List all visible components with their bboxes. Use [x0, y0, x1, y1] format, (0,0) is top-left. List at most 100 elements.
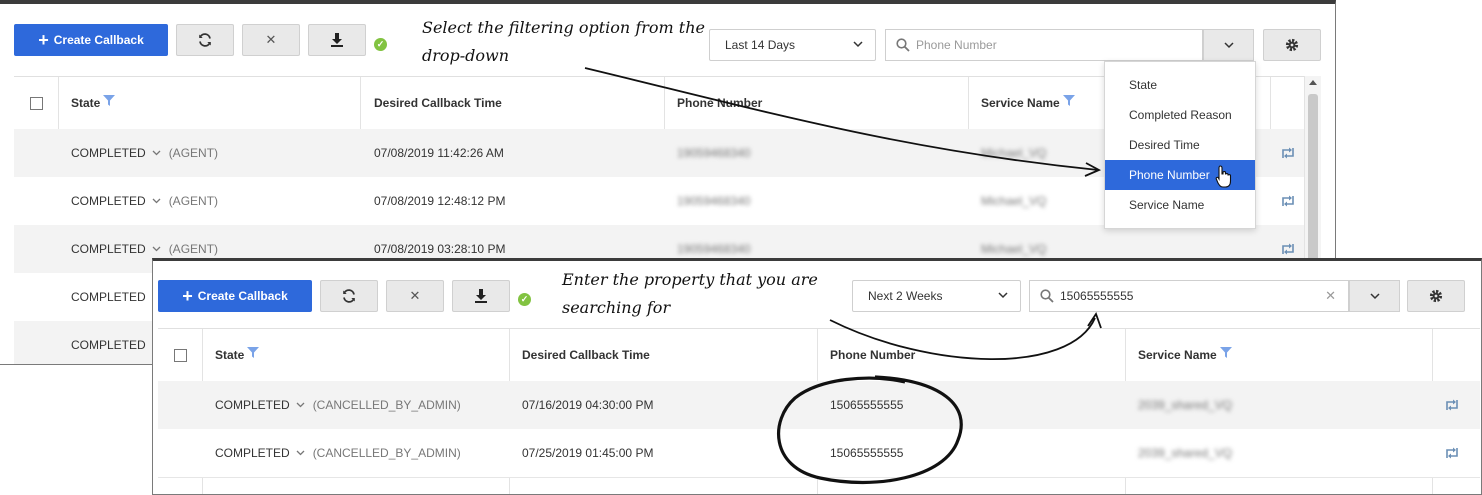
phone-number-cell: 19059468340	[677, 194, 751, 208]
chevron-down-icon[interactable]	[152, 150, 161, 156]
clear-button[interactable]: ✕	[242, 24, 300, 56]
date-range-value: Next 2 Weeks	[868, 289, 943, 303]
table-row[interactable]: COMPLETED (CANCELLED_BY_ADMIN) 07/16/201…	[158, 381, 1480, 430]
reschedule-icon[interactable]	[1444, 381, 1460, 429]
menu-item-state[interactable]: State	[1105, 70, 1255, 100]
create-callback-button[interactable]: + Create Callback	[158, 280, 312, 312]
chevron-down-icon	[1369, 292, 1380, 299]
state-value: COMPLETED	[71, 290, 146, 304]
filter-dropdown-button[interactable]	[1349, 280, 1400, 312]
state-reason: (CANCELLED_BY_ADMIN)	[312, 446, 461, 460]
download-button[interactable]	[452, 280, 510, 312]
header-desired-time[interactable]: Desired Callback Time	[522, 329, 650, 381]
service-name-cell: Michael_VQ	[981, 194, 1047, 208]
filter-icon	[103, 94, 116, 106]
state-value: COMPLETED	[71, 194, 146, 208]
scroll-up-icon[interactable]	[1309, 80, 1317, 85]
refresh-icon	[343, 289, 355, 303]
clear-search-icon[interactable]: ✕	[1325, 288, 1336, 304]
filter-icon	[1062, 94, 1075, 106]
date-range-select[interactable]: Last 14 Days	[709, 29, 876, 61]
phone-number-cell: 15065555555	[830, 398, 904, 412]
state-value: COMPLETED	[215, 446, 290, 460]
plus-icon: +	[182, 286, 193, 306]
select-all-checkbox[interactable]	[173, 348, 187, 362]
state-cell: COMPLETED (CANCELLED_BY_ADMIN)	[215, 381, 461, 429]
chevron-down-icon	[998, 292, 1008, 299]
select-all-cell	[14, 77, 58, 129]
header-service-name[interactable]: Service Name	[1138, 329, 1232, 381]
chevron-down-icon[interactable]	[296, 450, 305, 456]
chevron-down-icon	[1223, 41, 1234, 48]
header-state-label: State	[215, 348, 245, 362]
filter-options-menu: State Completed Reason Desired Time Phon…	[1104, 61, 1256, 229]
search-placeholder: Phone Number	[916, 38, 997, 52]
search-input[interactable]: 15065555555 ✕	[1029, 280, 1349, 312]
annotation-enter-property: Enter the property that you are searchin…	[562, 266, 818, 322]
table-row[interactable]: COMPLETED (CANCELLED_BY_ADMIN) 07/25/201…	[158, 429, 1480, 478]
service-name-cell: 2039_shared_VQ	[1138, 398, 1233, 412]
settings-button[interactable]	[1407, 280, 1465, 312]
desired-time-cell: 07/08/2019 12:48:12 PM	[374, 194, 506, 208]
refresh-icon	[199, 33, 211, 47]
date-range-select[interactable]: Next 2 Weeks	[852, 280, 1021, 312]
chevron-down-icon[interactable]	[152, 246, 161, 252]
menu-item-desired-time[interactable]: Desired Time	[1105, 130, 1255, 160]
header-state[interactable]: State	[71, 77, 116, 129]
chevron-down-icon[interactable]	[152, 198, 161, 204]
state-cell: COMPLETED (CANCELLED_BY_ADMIN)	[215, 429, 461, 477]
state-reason: (CANCELLED_BY_ADMIN)	[312, 398, 461, 412]
reschedule-icon[interactable]	[1280, 129, 1296, 177]
close-icon: ✕	[409, 288, 421, 303]
desired-time-cell: 07/25/2019 01:45:00 PM	[522, 446, 654, 460]
search-icon	[896, 38, 910, 52]
header-service-label: Service Name	[981, 96, 1060, 110]
chevron-down-icon[interactable]	[296, 402, 305, 408]
refresh-button[interactable]	[320, 280, 378, 312]
reschedule-icon[interactable]	[1280, 177, 1296, 225]
plus-icon: +	[38, 30, 49, 50]
download-icon	[331, 33, 343, 47]
select-all-cell	[158, 329, 202, 381]
state-value: COMPLETED	[215, 398, 290, 412]
download-button[interactable]	[308, 24, 366, 56]
header-service-name[interactable]: Service Name	[981, 77, 1075, 129]
filter-icon	[1219, 346, 1232, 358]
table-header: State Desired Callback Time Phone Number…	[158, 329, 1480, 382]
header-desired-time[interactable]: Desired Callback Time	[374, 77, 502, 129]
header-state-label: State	[71, 96, 101, 110]
state-reason: (AGENT)	[168, 146, 219, 160]
annotation-line: Enter the property that you are	[562, 270, 818, 289]
annotation-select-filter: Select the filtering option from the dro…	[422, 14, 705, 70]
desired-time-cell: 07/16/2019 04:30:00 PM	[522, 398, 654, 412]
header-phone-number[interactable]: Phone Number	[677, 77, 762, 129]
header-state[interactable]: State	[215, 329, 260, 381]
create-callback-button[interactable]: + Create Callback	[14, 24, 168, 56]
menu-item-service-name[interactable]: Service Name	[1105, 190, 1255, 220]
menu-item-phone-number[interactable]: Phone Number	[1105, 160, 1255, 190]
search-input[interactable]: Phone Number	[885, 29, 1203, 61]
filter-icon	[247, 346, 260, 358]
filter-dropdown-button[interactable]	[1203, 29, 1254, 61]
header-phone-number[interactable]: Phone Number	[830, 329, 915, 381]
menu-item-completed-reason[interactable]: Completed Reason	[1105, 100, 1255, 130]
state-cell: COMPLETED	[71, 321, 146, 364]
reschedule-icon[interactable]	[1444, 429, 1460, 477]
gear-icon	[1429, 289, 1443, 303]
clear-button[interactable]: ✕	[386, 280, 444, 312]
state-value: COMPLETED	[71, 242, 146, 256]
state-reason: (AGENT)	[168, 242, 219, 256]
create-callback-label: Create Callback	[197, 289, 288, 303]
state-value: COMPLETED	[71, 338, 146, 352]
annotation-line: Select the filtering option from the	[422, 18, 705, 37]
refresh-button[interactable]	[176, 24, 234, 56]
state-cell: COMPLETED (AGENT)	[71, 177, 218, 225]
select-all-checkbox[interactable]	[29, 96, 43, 110]
download-icon	[475, 289, 487, 303]
state-value: COMPLETED	[71, 146, 146, 160]
service-name-cell: 2039_shared_VQ	[1138, 446, 1233, 460]
search-icon	[1040, 289, 1054, 303]
settings-button[interactable]	[1263, 29, 1321, 61]
chevron-down-icon	[853, 41, 863, 48]
annotation-line: searching for	[562, 298, 671, 317]
